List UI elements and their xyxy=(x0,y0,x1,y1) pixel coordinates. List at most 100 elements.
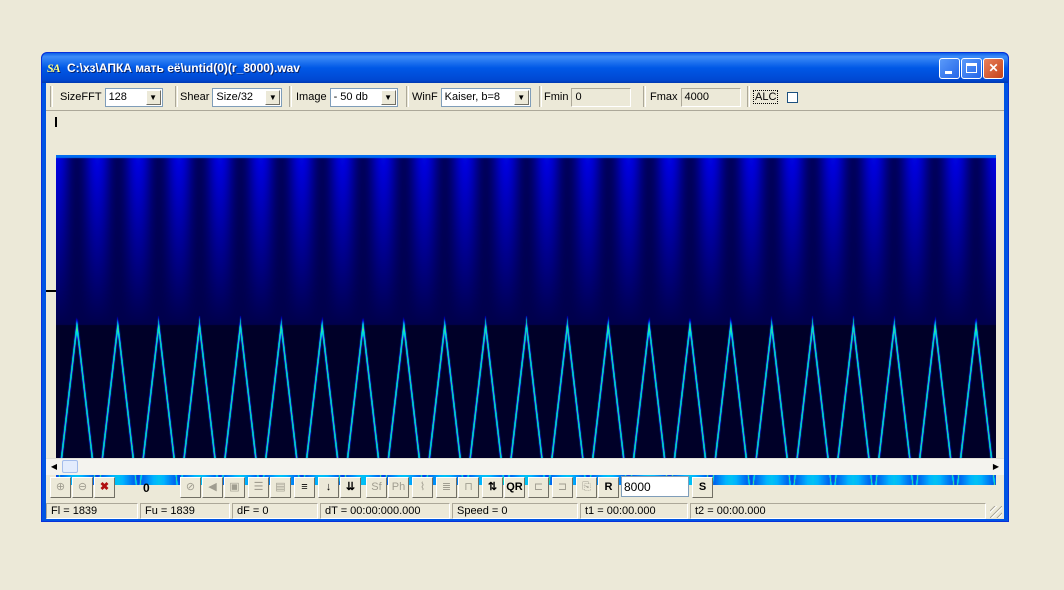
fmax-label: Fmax xyxy=(650,91,678,103)
winf-group: WinF Kaiser, b=8 ▼ xyxy=(412,86,531,108)
export-button[interactable]: ⎘ xyxy=(576,477,597,498)
page-icon: ▤ xyxy=(275,481,286,493)
sf-label: Sf xyxy=(371,481,382,493)
close-button[interactable]: ✕ xyxy=(983,58,1004,79)
sound-button[interactable]: ◀ xyxy=(202,477,223,498)
arrow-down-icon: ↓ xyxy=(325,481,332,493)
bars-icon: ≣ xyxy=(441,481,452,493)
toolbar-separator xyxy=(175,86,178,107)
image-select[interactable]: - 50 db ▼ xyxy=(329,87,398,107)
fmin-field[interactable]: 0 xyxy=(571,87,632,107)
sort-button[interactable]: ⇅ xyxy=(482,477,503,498)
toolbar-separator xyxy=(50,86,53,107)
qr-label: QR xyxy=(506,481,523,493)
shear-group: Shear Size/32 ▼ xyxy=(180,86,283,108)
shear-select[interactable]: Size/32 ▼ xyxy=(212,87,283,107)
minimize-button[interactable] xyxy=(939,58,960,79)
zoom-out-icon: ⊖ xyxy=(77,481,88,493)
page-button[interactable]: ▤ xyxy=(270,477,291,498)
status-bar: Fl = 1839 Fu = 1839 dF = 0 dT = 00:00:00… xyxy=(46,503,1004,519)
sizefft-select[interactable]: 128 ▼ xyxy=(104,87,163,107)
sf-button[interactable]: Sf xyxy=(366,477,387,498)
maximize-button[interactable] xyxy=(961,58,982,79)
pulse-icon: ⊓ xyxy=(464,481,473,493)
scroll-left-icon[interactable]: ◀ xyxy=(46,459,62,474)
shear-value: Size/32 xyxy=(216,90,254,103)
minimize-icon xyxy=(945,71,952,74)
shear-label: Shear xyxy=(180,91,210,103)
delete-icon: ✖ xyxy=(99,481,110,493)
chevron-down-icon[interactable]: ▼ xyxy=(513,89,529,105)
status-fu: Fu = 1839 xyxy=(140,503,230,519)
s-button-label: S xyxy=(698,481,707,493)
app-icon: SA xyxy=(47,61,61,75)
step-left-button[interactable]: ⊏ xyxy=(528,477,549,498)
fmax-field[interactable]: 4000 xyxy=(680,87,741,107)
maximize-icon xyxy=(966,63,977,73)
bottom-toolbar: ⊕ ⊖ ✖ 0 ⊘ ◀ ▣ ☰ ▤ ≡ ↓ ⇊ Sf Ph ⌇ ≣ ⊓ ⇅ QR… xyxy=(46,475,1004,501)
fmax-value: 4000 xyxy=(684,90,709,103)
alc-label[interactable]: ALC xyxy=(753,90,779,104)
rate-button[interactable]: R xyxy=(598,477,619,498)
image-label: Image xyxy=(296,91,327,103)
chevron-down-icon[interactable]: ▼ xyxy=(380,89,396,105)
ph-button[interactable]: Ph xyxy=(388,477,409,498)
pulse-button[interactable]: ⊓ xyxy=(458,477,479,498)
image-value: - 50 db xyxy=(333,90,368,103)
frame-icon: ▣ xyxy=(229,481,240,493)
resize-grip-icon[interactable] xyxy=(990,506,1002,518)
rate-input[interactable]: 8000 xyxy=(621,476,689,497)
export-icon: ⎘ xyxy=(582,481,591,493)
window-title: C:\хз\АПКА мать её\untid(0)(r_8000).wav xyxy=(67,61,300,75)
speaker-icon: ◀ xyxy=(208,481,217,493)
scroll-thumb[interactable] xyxy=(62,460,78,473)
status-df: dF = 0 xyxy=(232,503,318,519)
lines-button[interactable]: ≡ xyxy=(294,477,315,498)
step-right-button[interactable]: ⊐ xyxy=(552,477,573,498)
app-window: SA C:\хз\АПКА мать её\untid(0)(r_8000).w… xyxy=(41,52,1009,522)
spectrogram-canvas[interactable] xyxy=(56,155,996,485)
alc-checkbox[interactable] xyxy=(787,91,799,103)
chevron-down-icon[interactable]: ▼ xyxy=(265,89,281,105)
fmin-label: Fmin xyxy=(544,91,569,103)
winf-label: WinF xyxy=(412,91,438,103)
step-left-icon: ⊏ xyxy=(533,481,544,493)
toolbar: SizeFFT 128 ▼ Shear Size/32 ▼ Image - 50… xyxy=(46,83,1004,111)
sizefft-value: 128 xyxy=(108,90,127,103)
winf-value: Kaiser, b=8 xyxy=(444,90,501,103)
status-fl: Fl = 1839 xyxy=(46,503,138,519)
toolbar-separator xyxy=(406,86,409,107)
marker-down-double-button[interactable]: ⇊ xyxy=(340,477,361,498)
frame-button[interactable]: ▣ xyxy=(224,477,245,498)
zoom-in-button[interactable]: ⊕ xyxy=(50,477,71,498)
qr-button[interactable]: QR xyxy=(504,477,525,498)
zoom-out-button[interactable]: ⊖ xyxy=(72,477,93,498)
stop-button[interactable]: ⊘ xyxy=(180,477,201,498)
status-dt: dT = 00:00:000.000 xyxy=(320,503,450,519)
marker-down-button[interactable]: ↓ xyxy=(318,477,339,498)
waveform-button[interactable]: ⌇ xyxy=(412,477,433,498)
bars-button[interactable]: ≣ xyxy=(436,477,457,498)
fmin-value: 0 xyxy=(575,90,582,103)
toolbar-separator xyxy=(539,86,542,107)
chevron-down-icon[interactable]: ▼ xyxy=(145,89,161,105)
clear-button[interactable]: ✖ xyxy=(94,477,115,498)
rate-value: 8000 xyxy=(624,480,651,494)
toolbar-separator xyxy=(643,86,646,107)
horizontal-scrollbar[interactable]: ◀ ▶ xyxy=(46,458,1004,475)
winf-select[interactable]: Kaiser, b=8 ▼ xyxy=(440,87,531,107)
scroll-right-icon[interactable]: ▶ xyxy=(988,459,1004,474)
rate-button-label: R xyxy=(604,481,613,493)
client-area: SizeFFT 128 ▼ Shear Size/32 ▼ Image - 50… xyxy=(46,83,1004,519)
grid-icon: ☰ xyxy=(253,481,264,493)
waveform-icon: ⌇ xyxy=(419,481,426,493)
grid-button[interactable]: ☰ xyxy=(248,477,269,498)
s-button[interactable]: S xyxy=(692,477,713,498)
fmin-group: Fmin 0 xyxy=(544,86,632,108)
status-speed: Speed = 0 xyxy=(452,503,578,519)
status-t2: t2 = 00:00.000 xyxy=(690,503,986,519)
title-bar[interactable]: SA C:\хз\АПКА мать её\untid(0)(r_8000).w… xyxy=(42,53,1008,83)
time-cursor-top[interactable] xyxy=(55,117,57,127)
frequency-cursor-left[interactable] xyxy=(46,290,56,292)
toolbar-separator xyxy=(747,86,750,107)
